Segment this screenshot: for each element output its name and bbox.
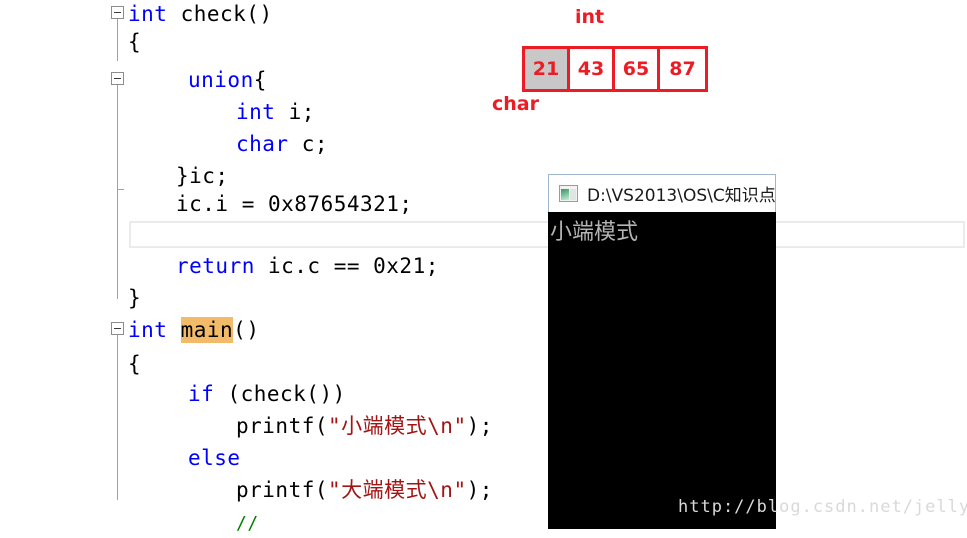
code-line: char c;	[236, 132, 329, 156]
fold-rail-check-body	[117, 189, 118, 299]
memory-byte-cells: 21 43 65 87	[522, 46, 708, 92]
console-titlebar[interactable]: D:\VS2013\OS\C知识点	[548, 174, 776, 212]
memory-byte-cell: 87	[660, 49, 705, 89]
fold-rail-main	[117, 335, 118, 500]
memory-byte-cell: 21	[525, 49, 570, 89]
code-line: else	[188, 446, 241, 470]
code-line: union{	[188, 68, 267, 92]
fold-rail-check	[117, 19, 118, 61]
console-title-text: D:\VS2013\OS\C知识点	[587, 186, 776, 206]
current-line-highlight[interactable]	[129, 221, 965, 248]
console-output-area[interactable]: 小端模式	[548, 212, 776, 529]
code-line: }ic;	[176, 164, 229, 188]
highlighted-identifier-main: main	[180, 317, 234, 343]
console-output-text: 小端模式	[550, 220, 639, 245]
code-line: {	[128, 30, 142, 54]
code-line: }	[128, 286, 142, 310]
code-line: if (check())	[188, 382, 346, 406]
code-line: ic.i = 0x87654321;	[176, 192, 413, 216]
code-line: {	[128, 352, 142, 376]
fold-tick-union-end	[117, 189, 124, 190]
fold-collapse-union-icon[interactable]	[111, 72, 124, 85]
fold-collapse-check-icon[interactable]	[111, 6, 124, 19]
code-line: return ic.c == 0x21;	[176, 254, 439, 278]
code-line: int main()	[128, 317, 260, 343]
code-line: printf("小端模式\n");	[236, 414, 493, 438]
memory-byte-cell: 65	[615, 49, 660, 89]
code-line: int check()	[128, 2, 273, 26]
console-app-icon	[559, 185, 578, 202]
mem-label-int: int	[575, 6, 605, 28]
mem-label-char: char	[492, 93, 539, 115]
watermark-url: http://blog.csdn.net/jelly_9	[678, 497, 967, 517]
fold-rail-union	[117, 85, 118, 189]
code-line: //	[236, 513, 259, 534]
fold-collapse-main-icon[interactable]	[111, 322, 124, 335]
console-window[interactable]: D:\VS2013\OS\C知识点 小端模式	[548, 174, 776, 529]
memory-byte-cell: 43	[570, 49, 615, 89]
code-line: int i;	[236, 100, 315, 124]
code-line: printf("大端模式\n");	[236, 478, 493, 502]
memory-layout-diagram: int char 21 43 65 87	[480, 0, 730, 130]
